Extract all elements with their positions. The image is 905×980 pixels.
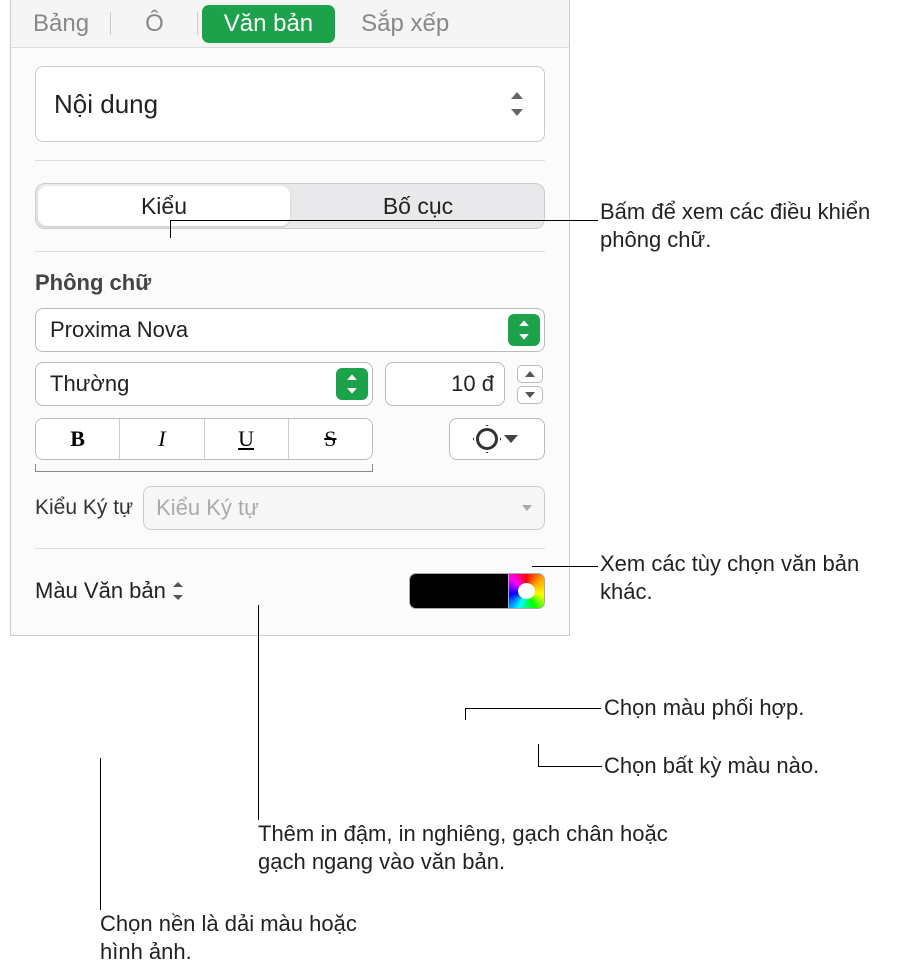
callout-lead [465, 708, 601, 709]
callout-matching-color: Chọn màu phối hợp. [604, 694, 894, 722]
stepper-up[interactable] [517, 365, 543, 383]
gear-icon [476, 428, 498, 450]
chevron-updown-icon [336, 368, 368, 400]
underline-button[interactable]: U [205, 419, 289, 459]
callout-lead [532, 566, 598, 567]
callout-lead [170, 220, 171, 238]
strike-button[interactable]: S [289, 419, 372, 459]
chevron-down-icon [525, 392, 535, 398]
callout-lead [538, 766, 602, 767]
stepper-down[interactable] [517, 386, 543, 404]
color-wheel-button[interactable] [509, 573, 545, 609]
style-layout-segmented[interactable]: Kiểu Bố cục [35, 183, 545, 229]
font-family-popup[interactable]: Proxima Nova [35, 308, 545, 352]
paragraph-style-value: Nội dung [54, 89, 158, 120]
callout-any-color: Chọn bất kỳ màu nào. [604, 752, 894, 780]
bius-group: B I U S [35, 418, 373, 460]
chevron-updown-icon [172, 582, 186, 600]
paragraph-style-section: Nội dung [11, 48, 569, 160]
chevron-down-icon [522, 505, 532, 511]
tab-table[interactable]: Bảng [11, 0, 111, 47]
char-style-popup[interactable]: Kiểu Ký tự [143, 486, 545, 530]
font-heading: Phông chữ [35, 270, 545, 296]
text-color-label: Màu Văn bản [35, 578, 166, 604]
tab-cell[interactable]: Ô [111, 0, 198, 47]
callout-lead [170, 220, 598, 221]
font-weight-popup[interactable]: Thường [35, 362, 373, 406]
segment-layout[interactable]: Bố cục [292, 184, 544, 228]
callout-text-color-bg: Chọn nền là dải màu hoặc hình ảnh. [100, 910, 360, 965]
inspector-panel: Bảng Ô Văn bản Sắp xếp Nội dung Kiểu Bố … [10, 0, 570, 636]
callout-more-text-options: Xem các tùy chọn văn bản khác. [600, 550, 890, 605]
text-options-button[interactable] [449, 418, 545, 460]
font-size-value: 10 đ [451, 371, 494, 397]
tab-arrange[interactable]: Sắp xếp [339, 0, 471, 47]
callout-bius: Thêm in đậm, in nghiêng, gạch chân hoặc … [258, 820, 718, 875]
callout-lead [100, 758, 101, 910]
paragraph-style-popup[interactable]: Nội dung [35, 66, 545, 142]
bius-bracket [35, 464, 373, 472]
text-color-popup[interactable]: Màu Văn bản [35, 578, 186, 604]
char-style-label: Kiểu Ký tự [35, 496, 133, 520]
tab-text[interactable]: Văn bản [202, 5, 335, 43]
italic-button[interactable]: I [120, 419, 204, 459]
char-style-placeholder: Kiểu Ký tự [156, 495, 259, 521]
chevron-down-icon [504, 435, 518, 443]
tab-bar: Bảng Ô Văn bản Sắp xếp [11, 0, 569, 48]
callout-lead [538, 744, 539, 766]
chevron-updown-icon [508, 92, 526, 116]
callout-lead [258, 605, 259, 820]
chevron-up-icon [525, 371, 535, 377]
color-swatch[interactable] [409, 573, 509, 609]
font-section: Phông chữ Proxima Nova Thường 10 đ B I U [11, 252, 569, 548]
font-weight-value: Thường [50, 371, 129, 397]
chevron-updown-icon [508, 314, 540, 346]
font-family-value: Proxima Nova [50, 317, 188, 343]
bold-button[interactable]: B [36, 419, 120, 459]
callout-lead [465, 708, 466, 720]
font-size-field[interactable]: 10 đ [385, 362, 505, 406]
font-size-stepper [517, 362, 543, 406]
callout-font-controls: Bấm để xem các điều khiển phông chữ. [600, 198, 890, 253]
